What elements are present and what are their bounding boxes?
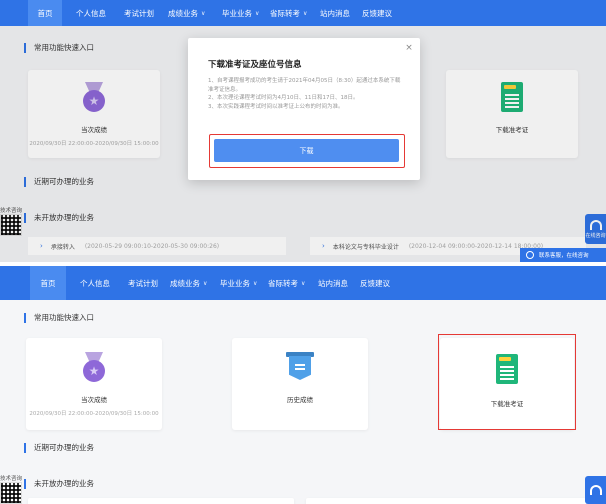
section-recent: 近期可办理的业务 xyxy=(24,442,94,453)
nav-personal-info[interactable]: 个人信息 xyxy=(76,0,106,26)
nav-exam-plan[interactable]: 考试计划 xyxy=(128,266,158,300)
nav-interprovincial-transfer[interactable]: 省际转考 ∨ xyxy=(268,266,305,300)
download-ticket-modal: 下载准考证及座位号信息 × 1、自考课程报考成功的考生请于2021年04月05日… xyxy=(188,38,420,180)
chevron-down-icon: ∨ xyxy=(201,9,206,17)
nav-feedback[interactable]: 反馈建议 xyxy=(360,266,390,300)
nav-home[interactable]: 首页 xyxy=(30,266,66,300)
list-item[interactable] xyxy=(28,498,294,504)
nav-graduation-business[interactable]: 毕业业务 ∨ xyxy=(222,0,259,26)
qr-code xyxy=(0,482,22,504)
headset-icon xyxy=(589,485,602,495)
chevron-down-icon: ∨ xyxy=(255,9,260,17)
section-not-open: 未开放办理的业务 xyxy=(24,478,94,489)
card-history-score[interactable]: 历史成绩 xyxy=(232,338,368,430)
qr-label: 技术咨询 xyxy=(0,476,23,482)
nav-score-business[interactable]: 成绩业务 ∨ xyxy=(170,266,207,300)
modal-notes: 1、自考课程报考成功的考生请于2021年04月05日（8:30）起通过本系统下载… xyxy=(208,78,401,110)
chevron-down-icon: ∨ xyxy=(301,279,306,287)
modal-title: 下载准考证及座位号信息 xyxy=(208,60,302,70)
section-quick-entry: 常用功能快速入口 xyxy=(24,312,94,323)
card-current-score[interactable]: ★ 当次成绩 2020/09/30日 22:00:00-2020/09/30日 … xyxy=(26,338,162,430)
consult-bar[interactable]: 联系客服，在线咨询 xyxy=(520,248,606,262)
nav-graduation-business[interactable]: 毕业业务 ∨ xyxy=(220,266,257,300)
main-nav: 首页 个人信息 考试计划 成绩业务 ∨ 毕业业务 ∨ 省际转考 ∨ 站内消息 反馈建议 xyxy=(0,266,606,300)
nav-score-business[interactable]: 成绩业务 ∨ xyxy=(168,0,205,26)
top-screenshot-panel: 首页 个人信息 考试计划 成绩业务 ∨ 毕业业务 ∨ 省际转考 ∨ 站内消息 反馈建议… xyxy=(0,0,606,262)
chevron-down-icon: ∨ xyxy=(303,9,308,17)
download-button[interactable]: 下载 xyxy=(214,139,399,162)
download-highlight-box: 下载 xyxy=(209,134,405,168)
main-nav: 首页 个人信息 考试计划 成绩业务 ∨ 毕业业务 ∨ 省际转考 ∨ 站内消息 反馈建议 xyxy=(0,0,606,26)
chat-icon xyxy=(526,251,534,259)
nav-personal-info[interactable]: 个人信息 xyxy=(80,266,110,300)
banner-icon xyxy=(286,352,314,384)
nav-messages[interactable]: 站内消息 xyxy=(320,0,350,26)
list-item[interactable] xyxy=(306,498,586,504)
nav-exam-plan[interactable]: 考试计划 xyxy=(124,0,154,26)
nav-home[interactable]: 首页 xyxy=(28,0,62,26)
nav-feedback[interactable]: 反馈建议 xyxy=(362,0,392,26)
online-service-button[interactable] xyxy=(585,476,606,504)
chevron-down-icon: ∨ xyxy=(253,279,258,287)
nav-interprovincial-transfer[interactable]: 省际转考 ∨ xyxy=(270,0,307,26)
chevron-down-icon: ∨ xyxy=(203,279,208,287)
admission-ticket-highlight-box xyxy=(438,334,576,430)
nav-messages[interactable]: 站内消息 xyxy=(318,266,348,300)
close-icon[interactable]: × xyxy=(404,43,414,53)
medal-icon: ★ xyxy=(80,352,108,384)
